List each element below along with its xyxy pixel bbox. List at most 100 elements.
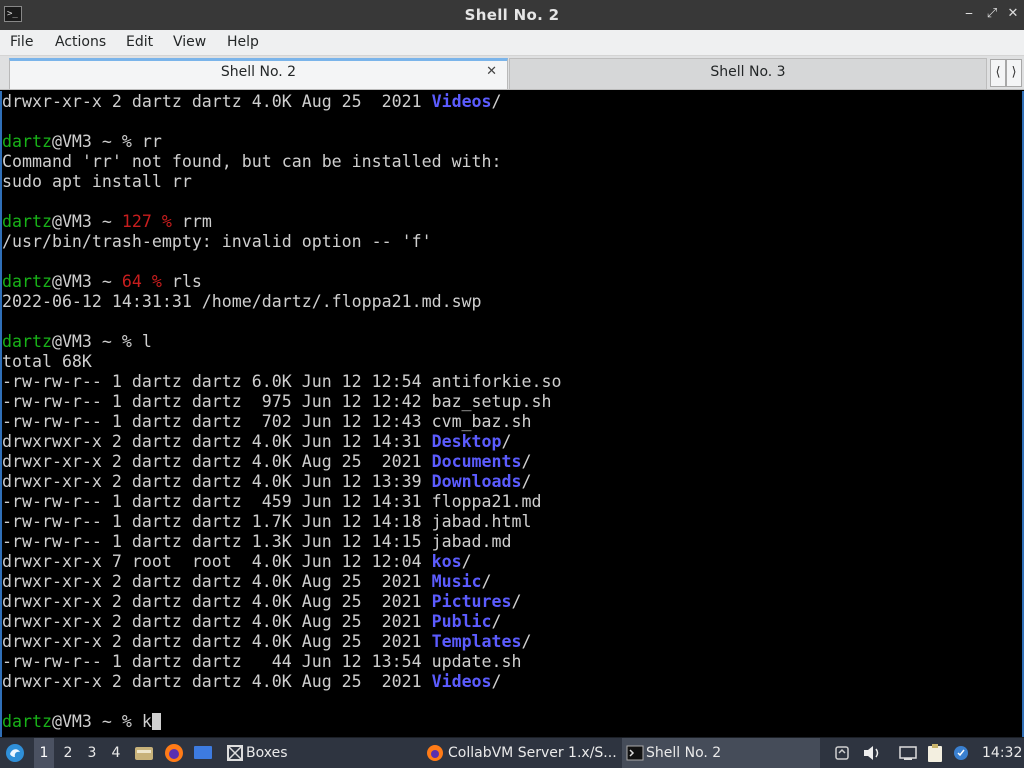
title-bar: >_ Shell No. 2 ⎯ ⤢ ✕	[0, 0, 1024, 30]
terminal-line: drwxr-xr-x 2 dartz dartz 4.0K Aug 25 202…	[2, 632, 532, 652]
terminal-line: /usr/bin/trash-empty: invalid option -- …	[2, 232, 432, 252]
terminal-text: drwxrwxr-x 2 dartz dartz 4.0K Jun 12 14:…	[2, 432, 432, 451]
terminal-line: drwxr-xr-x 2 dartz dartz 4.0K Aug 25 202…	[2, 672, 502, 692]
terminal-line: drwxr-xr-x 7 root root 4.0K Jun 12 12:04…	[2, 552, 472, 572]
terminal-text: /	[501, 432, 512, 451]
workspace-2[interactable]: 2	[58, 738, 78, 768]
terminal-text: -rw-rw-r-- 1 dartz dartz 6.0K Jun 12 12:…	[2, 372, 562, 391]
directory-name: Downloads	[431, 472, 522, 491]
terminal-text: drwxr-xr-x 2 dartz dartz 4.0K Aug 25 202…	[2, 92, 432, 111]
terminal-text: @VM3 ~ % rr	[51, 132, 162, 151]
terminal-line: drwxr-xr-x 2 dartz dartz 4.0K Aug 25 202…	[2, 452, 532, 472]
task-label: Shell No. 2	[646, 745, 722, 761]
firefox-launcher-icon[interactable]	[163, 738, 187, 768]
tab-label: Shell No. 3	[710, 64, 786, 80]
tab-scroll-right-icon[interactable]: ⟩	[1006, 59, 1022, 87]
terminal-text: drwxr-xr-x 2 dartz dartz 4.0K Aug 25 202…	[2, 572, 432, 591]
directory-name: Videos	[431, 92, 492, 111]
terminal-line: dartz@VM3 ~ % rr	[2, 132, 162, 152]
directory-name: kos	[431, 552, 462, 571]
menu-actions[interactable]: Actions	[55, 34, 106, 50]
terminal-line: -rw-rw-r-- 1 dartz dartz 1.7K Jun 12 14:…	[2, 512, 532, 532]
tab-shell-2[interactable]: Shell No. 2 ✕	[9, 58, 508, 89]
terminal-text: -rw-rw-r-- 1 dartz dartz 1.7K Jun 12 14:…	[2, 512, 532, 531]
terminal-line: -rw-rw-r-- 1 dartz dartz 975 Jun 12 12:4…	[2, 392, 551, 412]
terminal-text: @VM3 ~	[51, 272, 122, 291]
workspace-1[interactable]: 1	[34, 738, 54, 768]
workspace-3[interactable]: 3	[82, 738, 102, 768]
volume-icon[interactable]	[862, 738, 884, 768]
terminal-text: total 68K	[2, 352, 92, 371]
terminal-line: dartz@VM3 ~ 127 % rrm	[2, 212, 212, 232]
maximize-icon[interactable]: ⤢	[983, 5, 1001, 23]
tab-label: Shell No. 2	[220, 64, 297, 80]
terminal-line: dartz@VM3 ~ 64 % rls	[2, 272, 202, 292]
desktop-icon[interactable]	[193, 738, 215, 768]
workspace-4[interactable]: 4	[106, 738, 126, 768]
tab-close-icon[interactable]: ✕	[486, 64, 497, 79]
directory-name: Documents	[431, 452, 522, 471]
terminal-text: /	[491, 612, 502, 631]
minimize-icon[interactable]: ⎯	[960, 5, 978, 23]
directory-name: Music	[431, 572, 482, 591]
terminal-text: drwxr-xr-x 2 dartz dartz 4.0K Aug 25 202…	[2, 612, 432, 631]
exit-code: 127 %	[121, 212, 172, 231]
terminal-text: rls	[161, 272, 202, 291]
terminal-text: drwxr-xr-x 2 dartz dartz 4.0K Aug 25 202…	[2, 452, 432, 471]
terminal-cursor	[151, 713, 161, 730]
notification-icon[interactable]	[834, 738, 856, 768]
clock[interactable]: 14:32	[982, 738, 1022, 768]
terminal-line: -rw-rw-r-- 1 dartz dartz 1.3K Jun 12 14:…	[2, 532, 512, 552]
tab-scroll-left-icon[interactable]: ⟨	[990, 59, 1006, 87]
terminal-line: dartz@VM3 ~ % k	[2, 712, 161, 732]
prompt-user: dartz	[2, 332, 52, 351]
network-icon[interactable]	[898, 738, 920, 768]
terminal-line: -rw-rw-r-- 1 dartz dartz 459 Jun 12 14:3…	[2, 492, 541, 512]
close-icon[interactable]: ✕	[1004, 5, 1022, 23]
menu-file[interactable]: File	[10, 34, 33, 50]
terminal-text: @VM3 ~ % l	[51, 332, 152, 351]
terminal-output[interactable]: drwxr-xr-x 2 dartz dartz 4.0K Aug 25 202…	[0, 91, 1024, 737]
exit-code: 64 %	[121, 272, 162, 291]
terminal-text: /	[521, 632, 532, 651]
directory-name: Public	[431, 612, 492, 631]
directory-name: Pictures	[431, 592, 512, 611]
task-boxes[interactable]: Boxes	[222, 738, 332, 768]
terminal-text: /	[521, 452, 532, 471]
file-manager-icon[interactable]	[134, 738, 156, 768]
terminal-line: total 68K	[2, 352, 92, 372]
terminal-text: -rw-rw-r-- 1 dartz dartz 975 Jun 12 12:4…	[2, 392, 552, 411]
menu-view[interactable]: View	[173, 34, 206, 50]
terminal-text: /	[461, 552, 472, 571]
update-notifier-icon[interactable]	[952, 738, 974, 768]
terminal-text: sudo apt install rr	[2, 172, 192, 191]
terminal-text: -rw-rw-r-- 1 dartz dartz 1.3K Jun 12 14:…	[2, 532, 512, 551]
prompt-user: dartz	[2, 712, 52, 731]
menu-help[interactable]: Help	[227, 34, 259, 50]
terminal-line: sudo apt install rr	[2, 172, 192, 192]
terminal-text: drwxr-xr-x 2 dartz dartz 4.0K Aug 25 202…	[2, 632, 432, 651]
clipboard-icon[interactable]	[926, 738, 948, 768]
task-label: Boxes	[246, 745, 288, 761]
terminal-line: -rw-rw-r-- 1 dartz dartz 44 Jun 12 13:54…	[2, 652, 522, 672]
terminal-line: drwxr-xr-x 2 dartz dartz 4.0K Aug 25 202…	[2, 592, 522, 612]
menu-edit[interactable]: Edit	[126, 34, 153, 50]
terminal-text: rrm	[171, 212, 212, 231]
tab-shell-3[interactable]: Shell No. 3	[509, 58, 987, 89]
boxes-icon	[227, 745, 243, 761]
terminal-text: drwxr-xr-x 2 dartz dartz 4.0K Aug 25 202…	[2, 672, 432, 691]
task-collabvm[interactable]: CollabVM Server 1.x/S...	[424, 738, 620, 768]
prompt-user: dartz	[2, 272, 52, 291]
menu-bar: File Actions Edit View Help	[0, 30, 1024, 56]
task-label: CollabVM Server 1.x/S...	[448, 745, 617, 761]
window-title: Shell No. 2	[464, 6, 560, 24]
prompt-user: dartz	[2, 132, 52, 151]
taskbar: 1 2 3 4 Boxes CollabVM Server 1.x/S... S…	[0, 737, 1024, 768]
terminal-line: drwxr-xr-x 2 dartz dartz 4.0K Aug 25 202…	[2, 92, 502, 112]
terminal-text: 2022-06-12 14:31:31 /home/dartz/.floppa2…	[2, 292, 482, 311]
terminal-text: /	[511, 592, 522, 611]
terminal-text: Command 'rr' not found, but can be insta…	[2, 152, 502, 171]
start-menu-icon[interactable]	[4, 738, 28, 768]
task-shell-2[interactable]: Shell No. 2	[622, 738, 820, 768]
terminal-text: /usr/bin/trash-empty: invalid option -- …	[2, 232, 432, 251]
